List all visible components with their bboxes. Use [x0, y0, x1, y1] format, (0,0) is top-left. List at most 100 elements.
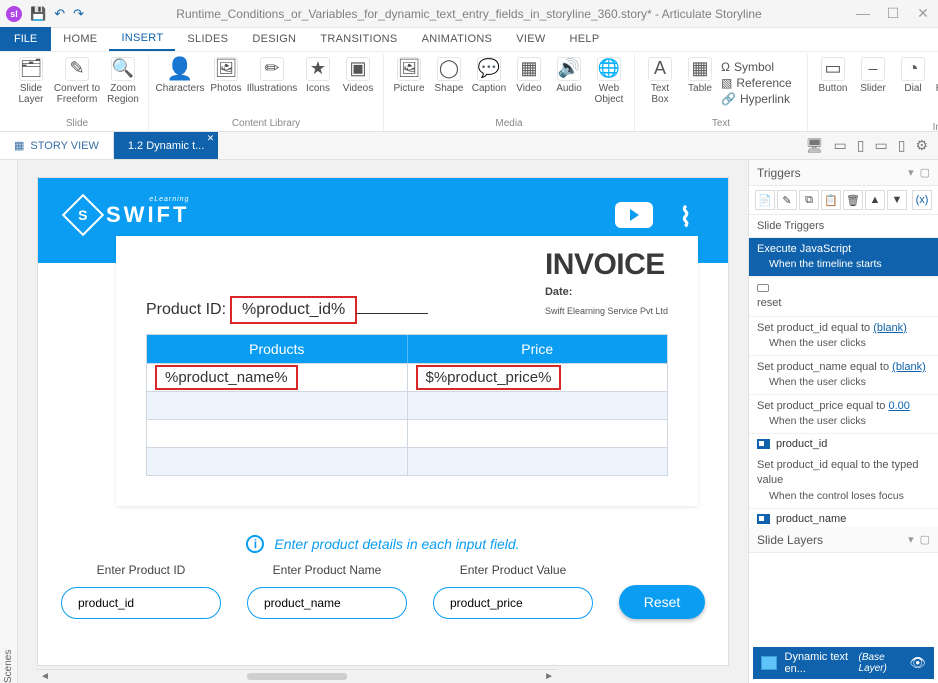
product-price-input[interactable] [433, 587, 593, 619]
trigger-item[interactable]: Execute JavaScriptWhen the timeline star… [749, 238, 938, 277]
hyperlink-button[interactable]: 🔗Hyperlink [721, 91, 801, 107]
close-icon[interactable]: ✕ [914, 5, 932, 22]
settings-icon[interactable]: ⚙ [915, 137, 928, 154]
trigger-item[interactable]: Set product_name equal to (blank)When th… [749, 356, 938, 395]
picture-button[interactable]: 🖼Picture [390, 57, 428, 115]
dial-button[interactable]: ◔Dial [894, 57, 932, 115]
trigger-item[interactable]: reset [749, 277, 938, 317]
paste-trigger-icon[interactable]: 📋 [821, 190, 841, 210]
desktop-icon[interactable]: 🖥 [806, 137, 824, 154]
product-name-input[interactable] [247, 587, 407, 619]
trigger-item[interactable]: Set product_id equal to the typed valueW… [749, 454, 938, 508]
tab-slides[interactable]: SLIDES [175, 27, 240, 51]
visibility-icon[interactable]: 👁 [909, 655, 926, 671]
redo-icon[interactable]: ↷ [73, 6, 84, 22]
tab-help[interactable]: HELP [558, 27, 612, 51]
web-object-button[interactable]: 🌐Web Object [590, 57, 628, 115]
button-button[interactable]: ▭Button [814, 57, 852, 115]
symbol-button[interactable]: ΩSymbol [721, 59, 801, 75]
scenes-rail[interactable]: Scenes [0, 160, 18, 683]
panel-menu-icon[interactable]: ▾ [908, 166, 914, 179]
trigger-list: Execute JavaScriptWhen the timeline star… [749, 238, 938, 527]
story-view-tab[interactable]: ▦STORY VIEW [0, 132, 114, 159]
input-underline [356, 313, 428, 314]
tablet-portrait-icon[interactable]: ▯ [857, 137, 865, 154]
video-button[interactable]: ▦Video [510, 57, 548, 115]
illustrations-button[interactable]: ✏Illustrations [247, 57, 297, 115]
save-icon[interactable]: 💾 [30, 6, 46, 22]
videos-button[interactable]: ▣Videos [339, 57, 377, 115]
trigger-variable[interactable]: product_id [749, 434, 938, 454]
base-layer-row[interactable]: Dynamic text en... (Base Layer) 👁 [753, 647, 934, 679]
triggers-panel-header[interactable]: Triggers ▾ ▢ [749, 160, 938, 186]
tab-view[interactable]: VIEW [504, 27, 557, 51]
rss-icon: ⌇ [679, 202, 692, 233]
invoice-date-label: Date: [545, 286, 668, 298]
trigger-item[interactable]: Set product_price equal to 0.00When the … [749, 395, 938, 434]
photos-button[interactable]: 🖼Photos [207, 57, 245, 115]
slide-layer-button[interactable]: 🗂Slide Layer [12, 57, 50, 115]
tablet-landscape-icon[interactable]: ▭ [834, 137, 847, 154]
text-box-button[interactable]: AText Box [641, 57, 679, 115]
edit-trigger-icon[interactable]: ✎ [777, 190, 797, 210]
trigger-item[interactable]: Set product_id equal to (blank)When the … [749, 317, 938, 356]
right-panels: Triggers ▾ ▢ 📄 ✎ ⧉ 📋 🗑 ▲ ▼ (x) Slide Tri… [748, 160, 938, 683]
shape-button[interactable]: ◯Shape [430, 57, 468, 115]
audio-button[interactable]: 🔊Audio [550, 57, 588, 115]
hotspot-button[interactable]: ◯Hotspot [934, 57, 938, 115]
phone-portrait-icon[interactable]: ▯ [898, 137, 906, 154]
window-title: Runtime_Conditions_or_Variables_for_dyna… [84, 7, 854, 21]
slide-layers-header[interactable]: Slide Layers ▾ ▢ [749, 527, 938, 553]
file-tab[interactable]: FILE [0, 27, 51, 51]
canvas[interactable]: S eLearning SWIFT ⌇ INVOICE Date: Swift … [18, 160, 748, 683]
invoice-card: INVOICE Date: Swift Elearning Service Pv… [116, 236, 698, 506]
zoom-region-button[interactable]: 🔍Zoom Region [104, 57, 142, 115]
table-button[interactable]: ▦Table [681, 57, 719, 115]
brand-name: SWIFT [106, 202, 189, 228]
tab-design[interactable]: DESIGN [240, 27, 308, 51]
base-layer-name: Dynamic text en... [785, 651, 851, 675]
layers-popout-icon[interactable]: ▢ [920, 533, 930, 546]
product-id-variable[interactable]: %product_id% [230, 296, 357, 324]
variables-icon[interactable]: (x) [912, 190, 932, 210]
horizontal-scrollbar[interactable] [36, 669, 558, 683]
tab-animations[interactable]: ANIMATIONS [410, 27, 505, 51]
slide-tab[interactable]: 1.2 Dynamic t...✕ [114, 132, 218, 159]
info-icon: i [246, 535, 264, 553]
characters-button[interactable]: 👤Characters [155, 57, 205, 115]
icons-button[interactable]: ★Icons [299, 57, 337, 115]
new-trigger-icon[interactable]: 📄 [755, 190, 775, 210]
base-layer-suffix: (Base Layer) [859, 652, 902, 674]
invoice-company: Swift Elearning Service Pvt Ltd [545, 306, 668, 316]
move-down-icon[interactable]: ▼ [887, 190, 907, 210]
minimize-icon[interactable]: — [854, 5, 872, 22]
move-up-icon[interactable]: ▲ [865, 190, 885, 210]
title-bar: sl 💾 ↶ ↷ Runtime_Conditions_or_Variables… [0, 0, 938, 28]
group-label-interactive: Interactive Objects [814, 122, 938, 135]
convert-freeform-button[interactable]: ✎Convert to Freeform [52, 57, 102, 115]
view-tabs: ▦STORY VIEW 1.2 Dynamic t...✕ 🖥 ▭ ▯ ▭ ▯ … [0, 132, 938, 160]
menu-tabs: FILE HOME INSERT SLIDES DESIGN TRANSITIO… [0, 28, 938, 52]
delete-trigger-icon[interactable]: 🗑 [843, 190, 863, 210]
layers-menu-icon[interactable]: ▾ [908, 533, 914, 546]
tab-transitions[interactable]: TRANSITIONS [308, 27, 409, 51]
tab-home[interactable]: HOME [51, 27, 109, 51]
maximize-icon[interactable]: ☐ [884, 5, 902, 22]
brand-sub: eLearning [149, 196, 189, 203]
reset-button[interactable]: Reset [619, 585, 705, 619]
product-price-variable[interactable]: $%product_price% [416, 365, 562, 390]
undo-icon[interactable]: ↶ [54, 6, 65, 22]
tab-insert[interactable]: INSERT [109, 27, 175, 51]
copy-trigger-icon[interactable]: ⧉ [799, 190, 819, 210]
product-id-input[interactable] [61, 587, 221, 619]
caption-button[interactable]: 💬Caption [470, 57, 508, 115]
slide-canvas[interactable]: S eLearning SWIFT ⌇ INVOICE Date: Swift … [38, 178, 728, 665]
slider-button[interactable]: ⎯Slider [854, 57, 892, 115]
close-tab-icon[interactable]: ✕ [207, 133, 215, 144]
product-id-label: Product ID: [146, 301, 226, 319]
product-name-variable[interactable]: %product_name% [155, 365, 298, 390]
reference-button[interactable]: ▧Reference [721, 75, 801, 91]
phone-landscape-icon[interactable]: ▭ [874, 137, 887, 154]
panel-popout-icon[interactable]: ▢ [920, 166, 930, 179]
trigger-variable[interactable]: product_name [749, 509, 938, 527]
